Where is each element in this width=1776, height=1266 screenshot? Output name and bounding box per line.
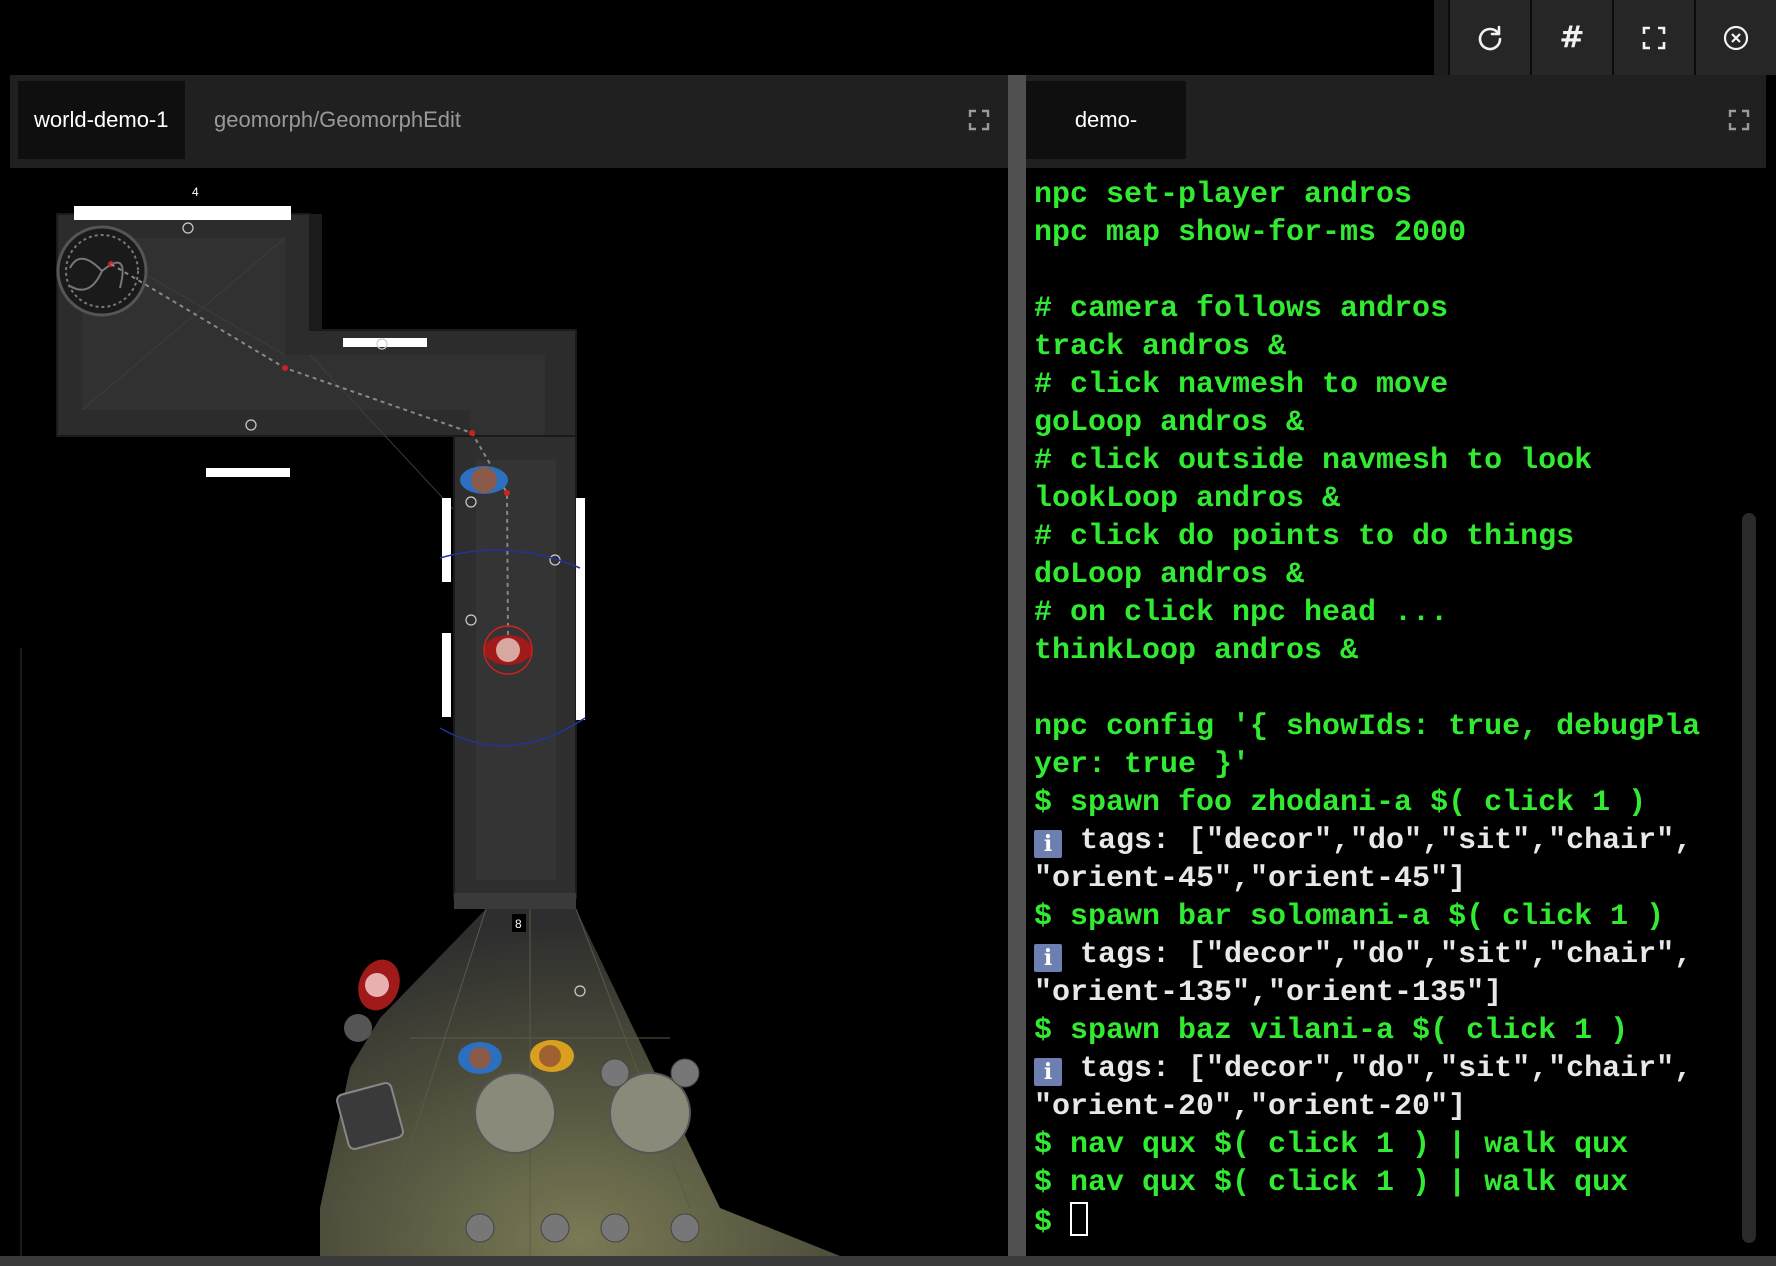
terminal-line-text: # click do points to do things (1034, 520, 1575, 554)
refresh-icon (1478, 25, 1502, 50)
terminal-line: npc map show-for-ms 2000 (1034, 214, 1700, 252)
terminal-line-text: # on click npc head ... (1034, 596, 1449, 630)
terminal-line-text: tags: ["decor","do","sit","chair", (1062, 1052, 1693, 1086)
fullscreen-icon (1642, 26, 1666, 49)
terminal-output: npc set-player andros npc map show-for-ms… (1034, 176, 1700, 1240)
hash-icon: # (1559, 20, 1585, 55)
terminal-line: $ (1034, 1202, 1700, 1240)
terminal-line-text: npc set-player andros (1034, 178, 1413, 212)
terminal-line-text: tags: ["decor","do","sit","chair", (1062, 938, 1693, 972)
terminal-line: # click outside navmesh to look (1034, 442, 1700, 480)
terminal-line: goLoop andros & (1034, 404, 1700, 442)
terminal-line: # on click npc head ... (1034, 594, 1700, 632)
terminal-line-text: $ spawn baz vilani-a $( click 1 ) (1034, 1014, 1629, 1048)
room-label-8: 8 (515, 917, 522, 931)
terminal-line-text: $ nav qux $( click 1 ) | walk qux (1034, 1166, 1629, 1200)
fullscreen-button[interactable] (1612, 0, 1694, 75)
terminal-line-text: yer: true }' (1034, 748, 1251, 782)
close-circle-icon (1723, 25, 1749, 50)
terminal-line: yer: true }' (1034, 746, 1700, 784)
terminal-line-text: "orient-20","orient-20"] (1034, 1090, 1467, 1124)
window-controls: # (1434, 0, 1776, 75)
terminal-line: lookLoop andros & (1034, 480, 1700, 518)
terminal-line-text: "orient-45","orient-45"] (1034, 862, 1467, 896)
terminal-line: "orient-45","orient-45"] (1034, 860, 1700, 898)
info-icon: i (1034, 830, 1062, 858)
terminal-line-text: goLoop andros & (1034, 406, 1305, 440)
rotating-device (56, 225, 148, 317)
close-button[interactable] (1694, 0, 1776, 75)
terminal-line: $ nav qux $( click 1 ) | walk qux (1034, 1164, 1700, 1202)
terminal-line: npc config '{ showIds: true, debugPla (1034, 708, 1700, 746)
info-icon: i (1034, 1058, 1062, 1086)
tab-world-demo-1[interactable]: world-demo-1 (18, 81, 185, 159)
terminal-line-text: $ (1034, 1206, 1071, 1240)
terminal-line: doLoop andros & (1034, 556, 1700, 594)
npc-andros[interactable] (460, 466, 508, 494)
terminal-line-text: npc config '{ showIds: true, debugPla (1034, 710, 1701, 744)
terminal-line: $ spawn baz vilani-a $( click 1 ) (1034, 1012, 1700, 1050)
world-map-canvas[interactable]: 4 8 (10, 168, 1008, 1256)
terminal-line-text: $ spawn bar solomani-a $( click 1 ) (1034, 900, 1665, 934)
terminal-line: "orient-20","orient-20"] (1034, 1088, 1700, 1126)
room-lit (320, 908, 840, 1256)
terminal-line-text: tags: ["decor","do","sit","chair", (1062, 824, 1693, 858)
terminal-line: $ spawn bar solomani-a $( click 1 ) (1034, 898, 1700, 936)
terminal-line-text: npc map show-for-ms 2000 (1034, 216, 1467, 250)
terminal-line: $ nav qux $( click 1 ) | walk qux (1034, 1126, 1700, 1164)
terminal-line-text: # camera follows andros (1034, 292, 1449, 326)
terminal-line: # click do points to do things (1034, 518, 1700, 556)
grid-toggle-button[interactable]: # (1530, 0, 1612, 75)
refresh-button[interactable] (1448, 0, 1530, 75)
expand-icon[interactable] (968, 109, 990, 131)
tab-demo-1-test[interactable]: demo-1@test (1026, 81, 1186, 210)
world-panel: world-demo-1 geomorph/GeomorphEdit 4 8 (10, 75, 1008, 1256)
terminal-scrollbar[interactable] (1742, 513, 1756, 1243)
info-icon: i (1034, 944, 1062, 972)
terminal-line: thinkLoop andros & (1034, 632, 1700, 670)
terminal-line-text: track andros & (1034, 330, 1287, 364)
room-label-4: 4 (192, 185, 199, 199)
terminal-panel: demo-1@test npc set-player andros npc map… (1026, 75, 1766, 1256)
terminal-line: i tags: ["decor","do","sit","chair", (1034, 822, 1700, 860)
world-tabbar: world-demo-1 geomorph/GeomorphEdit (10, 75, 1008, 163)
expand-icon[interactable] (1728, 109, 1750, 131)
terminal-line-text: thinkLoop andros & (1034, 634, 1359, 668)
terminal-line: "orient-135","orient-135"] (1034, 974, 1700, 1012)
terminal-line-text: lookLoop andros & (1034, 482, 1341, 516)
terminal-line-text: $ nav qux $( click 1 ) | walk qux (1034, 1128, 1629, 1162)
terminal-line: track andros & (1034, 328, 1700, 366)
tab-geomorph-edit[interactable]: geomorph/GeomorphEdit (198, 81, 477, 159)
terminal-line: npc set-player andros (1034, 176, 1700, 214)
npc-baz[interactable] (530, 1040, 574, 1072)
terminal-line-text: doLoop andros & (1034, 558, 1305, 592)
terminal-line: i tags: ["decor","do","sit","chair", (1034, 936, 1700, 974)
panel-divider[interactable] (1008, 75, 1026, 1256)
terminal-line-text: # click navmesh to move (1034, 368, 1449, 402)
terminal-line: $ spawn foo zhodani-a $( click 1 ) (1034, 784, 1700, 822)
terminal-line-text: $ spawn foo zhodani-a $( click 1 ) (1034, 786, 1647, 820)
terminal-line: # camera follows andros (1034, 290, 1700, 328)
terminal-tabbar: demo-1@test (1026, 75, 1766, 210)
terminal-line: # click navmesh to move (1034, 366, 1700, 404)
terminal-line-text: "orient-135","orient-135"] (1034, 976, 1503, 1010)
terminal-cursor (1070, 1202, 1089, 1236)
npc-bar[interactable] (458, 1042, 502, 1074)
terminal-line: i tags: ["decor","do","sit","chair", (1034, 1050, 1700, 1088)
terminal-line-text: # click outside navmesh to look (1034, 444, 1593, 478)
terminal[interactable]: npc set-player andros npc map show-for-ms… (1026, 168, 1766, 1256)
bottom-bar (0, 1256, 1776, 1266)
